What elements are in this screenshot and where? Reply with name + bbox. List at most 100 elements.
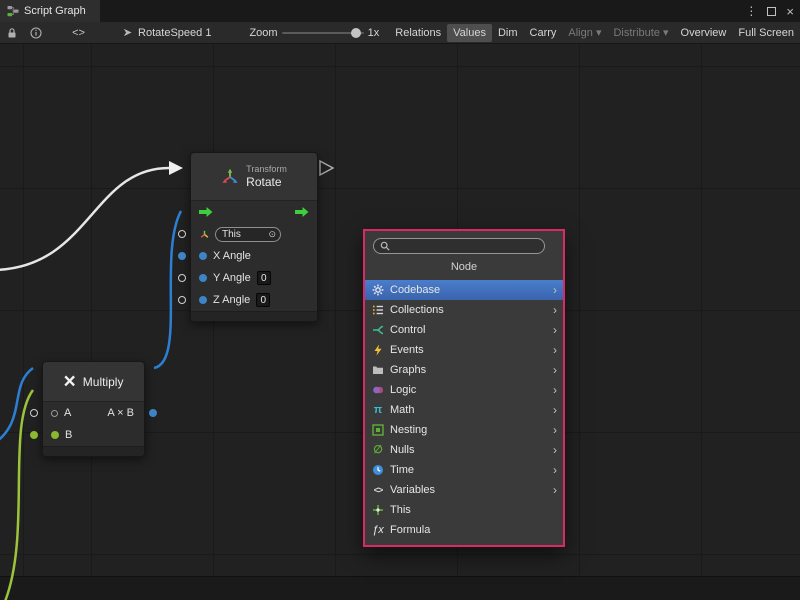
b-label: B [65,429,72,441]
lock-icon[interactable] [4,27,20,39]
finder-item-collections[interactable]: Collections › [365,300,563,320]
transform-gizmo-icon [221,168,239,186]
node-footer [43,446,144,456]
finder-item-nulls[interactable]: ∅ Nulls › [365,440,563,460]
window-controls: ⋮ × [745,0,794,22]
null-icon: ∅ [371,444,385,457]
node-title: Multiply [83,375,124,389]
node-footer [191,311,317,321]
finder-item-graphs[interactable]: Graphs › [365,360,563,380]
finder-item-label: Events [390,344,424,356]
chevron-right-icon: › [553,384,557,396]
transform-rotate-header[interactable]: Transform Rotate [191,153,317,201]
transform-rotate-node[interactable]: Transform Rotate This ⊙ [190,152,318,322]
this-port[interactable] [178,230,186,238]
gear-icon [371,284,385,297]
b-input-port[interactable] [30,431,38,439]
finder-item-this[interactable]: This [365,500,563,520]
window-menu-icon[interactable]: ⋮ [745,5,757,17]
x-angle-port[interactable] [178,252,186,260]
values-button[interactable]: Values [447,24,492,42]
finder-header: Node [365,257,563,280]
finder-item-math[interactable]: π Math › [365,400,563,420]
finder-item-formula[interactable]: ƒx Formula [365,520,563,540]
this-field-value: This [216,229,268,240]
a-dot-icon [51,410,58,417]
finder-item-events[interactable]: Events › [365,340,563,360]
graph-toolbar: <> RotateSpeed 1 Zoom 1x Relations Value… [0,22,800,44]
chevron-right-icon: › [553,424,557,436]
node-title: Rotate [246,175,281,189]
finder-item-label: Nesting [390,424,427,436]
align-dropdown[interactable]: Align ▾ [562,23,607,42]
finder-item-codebase[interactable]: Codebase › [365,280,563,300]
maximize-icon[interactable] [767,7,776,16]
finder-item-nesting[interactable]: Nesting › [365,420,563,440]
finder-item-label: Logic [390,384,416,396]
finder-item-label: Codebase [390,284,440,296]
y-angle-port[interactable] [178,274,186,282]
chevron-right-icon: › [553,484,557,496]
a-input-port[interactable] [30,409,38,417]
tab-script-graph[interactable]: Script Graph [0,0,100,22]
brackets-icon: <> [371,484,385,497]
info-icon[interactable] [28,27,44,39]
z-angle-dot-icon [199,296,207,304]
finder-item-label: Time [390,464,414,476]
this-object-field[interactable]: This ⊙ [215,227,281,242]
code-view-button[interactable]: <> [66,24,91,42]
graph-pointer-icon [119,27,135,38]
finder-item-variables[interactable]: <> Variables › [365,480,563,500]
finder-item-control[interactable]: Control › [365,320,563,340]
carry-button[interactable]: Carry [524,24,563,42]
bottom-panel [0,576,800,600]
lightning-icon [371,344,385,357]
tab-bar: Script Graph ⋮ × [0,0,800,22]
close-icon[interactable]: × [786,5,794,18]
zoom-slider-knob[interactable] [351,28,361,38]
finder-item-time[interactable]: Time › [365,460,563,480]
flow-in-arrow-icon[interactable] [199,206,213,218]
flow-port-row [191,201,317,223]
clock-icon [371,464,385,477]
input-a-row: A A × B [43,402,144,424]
search-box[interactable] [373,238,545,254]
gizmo-icon [371,504,385,517]
object-picker-icon[interactable]: ⊙ [268,229,276,240]
mini-gizmo-icon [199,229,210,240]
dim-button[interactable]: Dim [492,24,524,42]
z-angle-port[interactable] [178,296,186,304]
multiply-node[interactable]: × Multiply A A × B B [42,361,145,457]
this-port-row: This ⊙ [191,223,317,245]
z-angle-input[interactable]: 0 [256,293,270,307]
finder-item-logic[interactable]: Logic › [365,380,563,400]
finder-item-label: Variables [390,484,435,496]
dropdown-caret-icon: ▾ [663,27,669,39]
unity-script-graph-window: Script Graph ⋮ × <> RotateSpeed 1 Zoom 1… [0,0,800,600]
chevron-right-icon: › [553,324,557,336]
tab-title: Script Graph [24,5,86,17]
y-angle-row: Y Angle 0 [191,267,317,289]
y-angle-input[interactable]: 0 [257,271,271,285]
zoom-label: Zoom [249,27,277,39]
finder-item-label: Collections [390,304,444,316]
fullscreen-button[interactable]: Full Screen [732,24,800,42]
flow-out-arrow-icon[interactable] [295,206,309,218]
relations-button[interactable]: Relations [389,24,447,42]
chevron-right-icon: › [553,404,557,416]
graph-canvas[interactable]: Transform Rotate This ⊙ [0,44,800,600]
finder-item-label: This [390,504,411,516]
node-search-input[interactable] [394,240,538,253]
pi-icon: π [371,404,385,417]
product-output-port[interactable] [149,409,157,417]
multiply-header[interactable]: × Multiply [43,362,144,402]
wire-input-b [4,390,33,600]
zoom-slider[interactable] [282,32,364,34]
flow-output-port-triangle[interactable] [320,161,333,175]
distribute-dropdown[interactable]: Distribute ▾ [607,23,674,42]
graph-breadcrumb[interactable]: RotateSpeed 1 [138,27,211,39]
folder-icon [371,364,385,377]
overview-button[interactable]: Overview [675,24,733,42]
x-angle-label: X Angle [213,250,251,262]
chevron-right-icon: › [553,284,557,296]
